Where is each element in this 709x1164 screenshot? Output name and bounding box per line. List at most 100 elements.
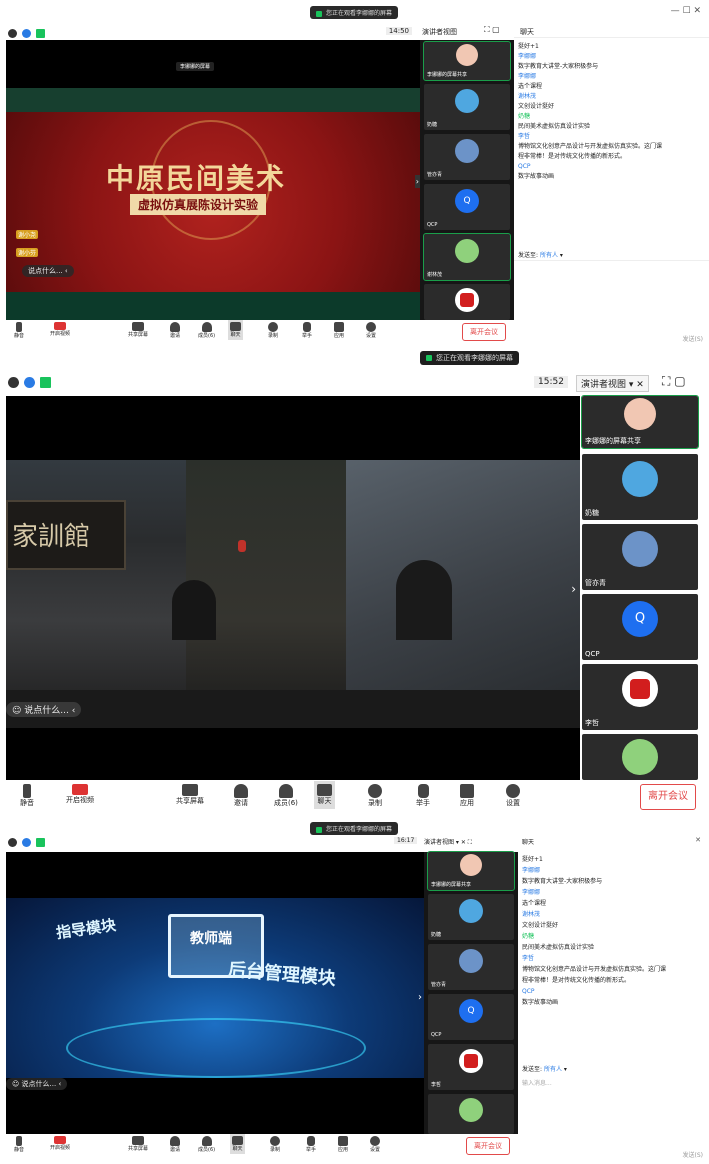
shared-screen: 教师端 指导模块 后台管理模块 ☺ 说点什么... ‹ › bbox=[6, 852, 424, 1134]
view-switch[interactable]: 演讲者视图 ▾ ✕ ⛶ bbox=[424, 837, 472, 847]
video-button[interactable]: 开启视频 bbox=[66, 784, 94, 805]
participant-tile[interactable]: 李哲 bbox=[428, 1044, 514, 1090]
participant-tile[interactable] bbox=[428, 1094, 514, 1134]
chat-message: 博物馆文化创意产品设计与开发虚拟仿真实验。这门课 bbox=[518, 143, 663, 150]
shield-icon[interactable] bbox=[24, 377, 35, 388]
chat-button[interactable]: 聊天 bbox=[314, 781, 335, 809]
apps-button[interactable]: 应用 bbox=[460, 784, 474, 808]
participant-tile[interactable]: 谢林茂 bbox=[423, 233, 511, 281]
mute-button[interactable]: 静音 bbox=[20, 784, 34, 808]
chat-message: 数字教育大讲堂-大家积极参与 bbox=[522, 878, 603, 885]
members-button[interactable]: 成员(6) bbox=[198, 1136, 215, 1153]
shield-icon[interactable] bbox=[22, 838, 31, 847]
view-switch[interactable]: 演讲者视图 ⛶ ▢ bbox=[420, 24, 516, 38]
chat-sender: 李哲 bbox=[518, 133, 531, 140]
raise-hand-button[interactable]: 举手 bbox=[306, 1136, 316, 1153]
leave-meeting-button[interactable]: 离开会议 bbox=[462, 323, 506, 341]
shield-icon[interactable] bbox=[22, 29, 31, 38]
raise-hand-button[interactable]: 举手 bbox=[302, 322, 312, 339]
send-to[interactable]: 发送至: 所有人 ▾ bbox=[522, 1064, 567, 1073]
apps-button[interactable]: 应用 bbox=[338, 1136, 348, 1153]
participant-tile[interactable]: 奶糖 bbox=[428, 894, 514, 940]
apps-button[interactable]: 应用 bbox=[334, 322, 344, 339]
participant-tile[interactable]: 李娜娜的屏幕共享 bbox=[427, 851, 515, 891]
participant-tile[interactable]: 管亦青 bbox=[428, 944, 514, 990]
screen-pill: 李娜娜的屏幕 bbox=[176, 62, 215, 71]
gift-badge: 谢小尧 bbox=[16, 230, 39, 239]
green-indicator-icon bbox=[316, 826, 322, 833]
participant-tile[interactable] bbox=[582, 734, 698, 780]
comment-input[interactable]: ☺ 说点什么... ‹ bbox=[6, 702, 82, 717]
members-icon bbox=[201, 1136, 212, 1146]
participant-tile[interactable] bbox=[424, 284, 510, 320]
window-controls-icon[interactable]: — ☐ ✕ bbox=[671, 6, 701, 16]
participant-tile[interactable]: 奶糖 bbox=[424, 84, 510, 130]
share-screen-button[interactable]: 共享屏幕 bbox=[176, 784, 204, 806]
chat-panel: 聊天 挺好+1 李娜娜 数字教育大讲堂-大家积极参与 李娜娜 选个课程 谢林茂 … bbox=[514, 24, 709, 344]
participant-tile[interactable]: 李哲 bbox=[582, 664, 698, 730]
top-bar: 您正在观看李娜娜的屏幕 16:17 演讲者视图 ▾ ✕ ⛶ 聊天 ✕ bbox=[0, 822, 709, 850]
info-icon[interactable] bbox=[8, 377, 19, 388]
chat-button[interactable]: 聊天 bbox=[230, 1134, 245, 1154]
participant-tile[interactable]: 奶糖 bbox=[582, 454, 698, 520]
settings-button[interactable]: 设置 bbox=[506, 784, 520, 808]
record-button[interactable]: 录制 bbox=[368, 784, 382, 808]
chevron-right-icon[interactable]: › bbox=[571, 582, 576, 596]
invite-icon bbox=[170, 1136, 180, 1146]
info-icon[interactable] bbox=[8, 838, 17, 847]
participant-tile[interactable]: Q QCP bbox=[424, 184, 510, 230]
members-button[interactable]: 成员(6) bbox=[198, 322, 215, 339]
record-button[interactable]: 录制 bbox=[268, 322, 278, 339]
send-button[interactable]: 发送(S) bbox=[683, 1150, 704, 1159]
camera-off-icon bbox=[72, 784, 88, 795]
chat-header: 聊天 bbox=[514, 24, 709, 38]
chat-input[interactable] bbox=[514, 260, 709, 340]
participant-tile[interactable]: 李娜娜的屏幕共享 bbox=[423, 41, 511, 81]
participant-tile[interactable]: 管亦青 bbox=[582, 524, 698, 590]
chat-input[interactable]: 输入消息... bbox=[522, 1078, 552, 1087]
send-button[interactable]: 发送(S) bbox=[683, 334, 704, 343]
comment-input[interactable]: ☺ 说点什么... ‹ bbox=[6, 1078, 68, 1090]
green-indicator-icon bbox=[316, 10, 322, 17]
participant-tile[interactable]: Q QCP bbox=[582, 594, 698, 660]
chat-sender: 李娜娜 bbox=[518, 53, 537, 60]
chat-button[interactable]: 聊天 bbox=[228, 320, 243, 340]
meeting-header: 14:50 bbox=[0, 24, 420, 38]
participant-tile[interactable]: Q QCP bbox=[428, 994, 514, 1040]
record-icon bbox=[368, 784, 382, 798]
chat-sender: 奶糖 bbox=[518, 113, 531, 120]
mute-button[interactable]: 静音 bbox=[14, 322, 24, 339]
video-button[interactable]: 开启视频 bbox=[50, 322, 70, 337]
fullscreen-icon[interactable]: ⛶ ▢ bbox=[484, 25, 500, 35]
chat-message: 程非常棒！是对传统文化传播的新形式。 bbox=[522, 977, 631, 984]
chat-icon bbox=[230, 322, 241, 331]
window-controls-icon[interactable]: ✕ bbox=[695, 836, 701, 844]
comment-input[interactable]: 说点什么... ‹ bbox=[22, 265, 74, 277]
settings-button[interactable]: 设置 bbox=[370, 1136, 380, 1153]
chat-message: 数字故事动画 bbox=[522, 999, 559, 1006]
raise-hand-button[interactable]: 举手 bbox=[416, 784, 430, 808]
chevron-right-icon[interactable]: › bbox=[418, 992, 422, 1003]
invite-button[interactable]: 邀请 bbox=[170, 322, 180, 339]
mute-button[interactable]: 静音 bbox=[14, 1136, 24, 1153]
record-button[interactable]: 录制 bbox=[270, 1136, 280, 1153]
share-screen-icon bbox=[132, 322, 144, 331]
module-label: 后台管理模块 bbox=[227, 959, 337, 990]
view-switch[interactable]: 演讲者视图 ▾ ✕ bbox=[576, 375, 649, 392]
info-icon[interactable] bbox=[8, 29, 17, 38]
banner-title: 中原民间美术 bbox=[106, 162, 287, 195]
settings-button[interactable]: 设置 bbox=[366, 322, 376, 339]
leave-meeting-button[interactable]: 离开会议 bbox=[640, 784, 696, 810]
leave-meeting-button[interactable]: 离开会议 bbox=[466, 1137, 510, 1155]
send-to[interactable]: 发送至: 所有人 ▾ bbox=[518, 250, 563, 259]
video-button[interactable]: 开启视频 bbox=[50, 1136, 70, 1151]
share-screen-button[interactable]: 共享屏幕 bbox=[128, 1136, 148, 1152]
invite-button[interactable]: 邀请 bbox=[170, 1136, 180, 1153]
participant-tile[interactable]: 李娜娜的屏幕共享 bbox=[581, 395, 699, 449]
invite-button[interactable]: 邀请 bbox=[234, 784, 248, 808]
members-button[interactable]: 成员(6) bbox=[274, 784, 298, 808]
share-screen-button[interactable]: 共享屏幕 bbox=[128, 322, 148, 338]
fullscreen-icon[interactable]: ⛶ ▢ bbox=[662, 374, 686, 389]
participant-tile[interactable]: 管亦青 bbox=[424, 134, 510, 180]
chat-message: 民间美术虚拟仿真设计实验 bbox=[522, 944, 595, 951]
